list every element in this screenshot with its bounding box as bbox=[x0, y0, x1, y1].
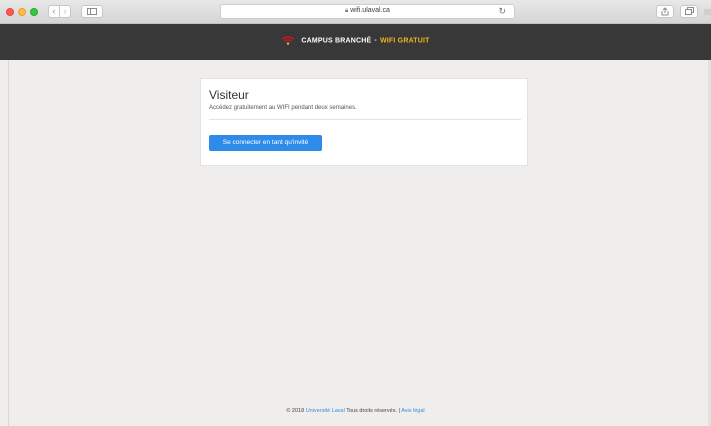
forward-arrow-icon: › bbox=[63, 6, 67, 16]
brand-name: CAMPUS BRANCHÉ bbox=[301, 37, 372, 45]
rights-text: Tous droits réservés. | bbox=[346, 408, 400, 414]
sidebar-toggle-button[interactable] bbox=[81, 5, 103, 18]
content-left-border bbox=[8, 60, 9, 426]
brand-tagline: WIFI GRATUIT bbox=[379, 37, 430, 45]
url-text: wifi.ulaval.ca bbox=[350, 7, 390, 14]
browser-window: ‹ › 🔒︎ wifi.ulaval.ca ↻ CAMPUS BRANCHÉ -… bbox=[0, 0, 711, 426]
sidebar-icon bbox=[87, 8, 97, 15]
copyright-text: © 2018 bbox=[286, 408, 305, 414]
share-icon bbox=[661, 7, 669, 16]
footer: © 2018 Université Laval Tous droits rése… bbox=[0, 408, 711, 414]
wifi-logo-icon bbox=[281, 36, 295, 45]
zoom-window-button[interactable] bbox=[30, 8, 38, 16]
tabs-icon bbox=[684, 7, 694, 15]
lock-icon: 🔒︎ bbox=[345, 8, 349, 14]
visitor-card: Visiteur Accédez gratuitement au WIFI pe… bbox=[200, 78, 528, 166]
card-description: Accédez gratuitement au WIFI pendant deu… bbox=[209, 105, 357, 111]
brand: CAMPUS BRANCHÉ - WIFI GRATUIT bbox=[0, 36, 711, 45]
close-window-button[interactable] bbox=[6, 8, 14, 16]
address-bar[interactable]: 🔒︎ wifi.ulaval.ca ↻ bbox=[220, 4, 515, 19]
card-divider bbox=[209, 119, 521, 120]
card-title: Visiteur bbox=[209, 88, 249, 102]
site-header: CAMPUS BRANCHÉ - WIFI GRATUIT bbox=[0, 24, 711, 60]
back-arrow-icon: ‹ bbox=[52, 6, 56, 16]
browser-toolbar: ‹ › 🔒︎ wifi.ulaval.ca ↻ bbox=[0, 0, 711, 24]
forward-button[interactable]: › bbox=[59, 5, 71, 18]
tabs-overview-button[interactable] bbox=[680, 5, 698, 18]
legal-notice-link[interactable]: Avis légal bbox=[401, 408, 424, 414]
guest-login-button[interactable]: Se connecter en tant qu'invité bbox=[209, 135, 322, 151]
new-tab-button[interactable] bbox=[704, 9, 711, 15]
share-button[interactable] bbox=[656, 5, 674, 18]
brand-separator: - bbox=[374, 37, 377, 45]
minimize-window-button[interactable] bbox=[18, 8, 26, 16]
university-link[interactable]: Université Laval bbox=[306, 408, 345, 414]
reload-icon[interactable]: ↻ bbox=[498, 6, 506, 17]
